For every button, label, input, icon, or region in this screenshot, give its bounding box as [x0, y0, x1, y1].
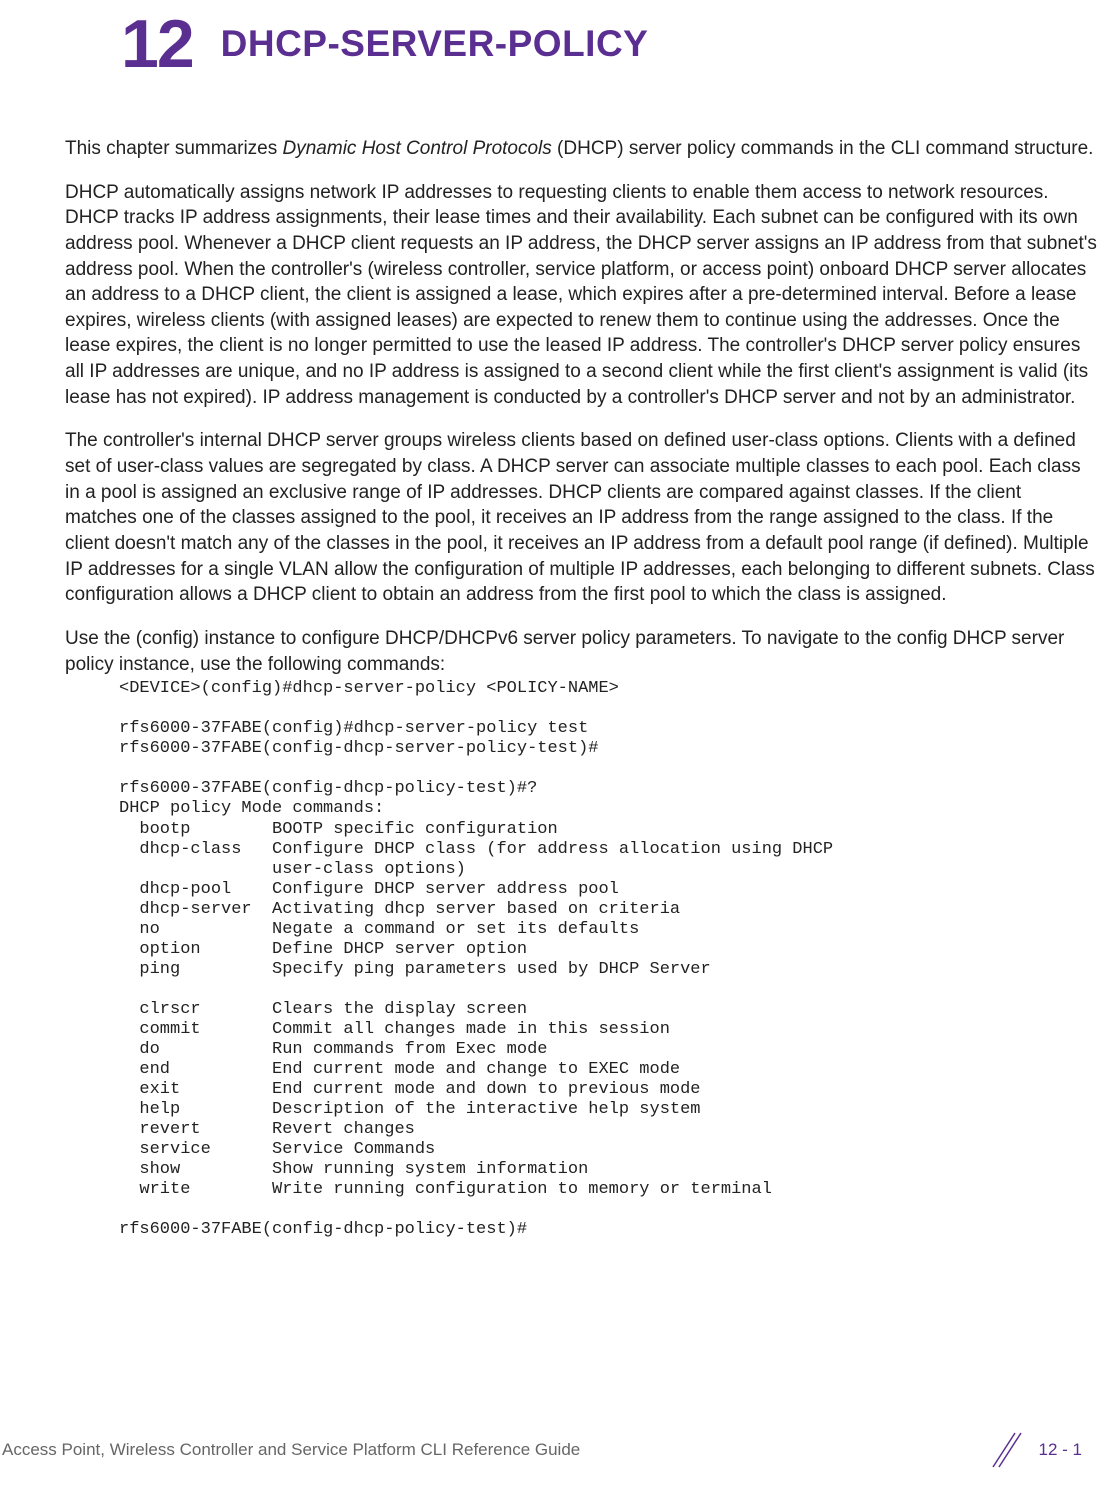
slash-icon — [983, 1429, 1025, 1471]
footer-page-number-group: 12 - 1 — [983, 1429, 1082, 1471]
intro-emphasis: Dynamic Host Control Protocols — [283, 138, 552, 159]
footer-page-number: 12 - 1 — [1039, 1440, 1082, 1460]
footer-doc-title: Access Point, Wireless Controller and Se… — [2, 1440, 580, 1460]
intro-paragraph: This chapter summarizes Dynamic Host Con… — [65, 136, 1098, 162]
chapter-number: 12 — [121, 10, 193, 78]
paragraph-4: Use the (config) instance to configure D… — [65, 626, 1098, 677]
body-content: This chapter summarizes Dynamic Host Con… — [0, 136, 1116, 1240]
intro-pre: This chapter summarizes — [65, 138, 283, 159]
chapter-title: DHCP-SERVER-POLICY — [221, 23, 649, 65]
page-footer: Access Point, Wireless Controller and Se… — [0, 1429, 1116, 1471]
intro-post: (DHCP) server policy commands in the CLI… — [552, 138, 1094, 159]
paragraph-2: DHCP automatically assigns network IP ad… — [65, 180, 1098, 411]
chapter-header: 12 DHCP-SERVER-POLICY — [0, 10, 1116, 78]
paragraph-3: The controller's internal DHCP server gr… — [65, 428, 1098, 607]
cli-output: <DEVICE>(config)#dhcp-server-policy <POL… — [119, 679, 1098, 1240]
